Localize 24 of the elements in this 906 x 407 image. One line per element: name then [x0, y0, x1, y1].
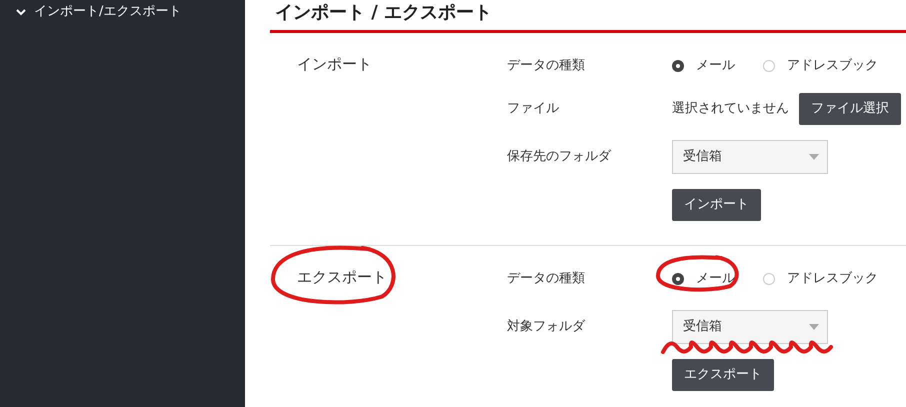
section-title: エクスポート [297, 266, 387, 288]
chevron-down-icon[interactable] [16, 6, 26, 17]
file-status: 選択されていません [672, 100, 789, 118]
radio-label[interactable]: メール [696, 269, 735, 289]
file-select-button[interactable]: ファイル選択 [799, 93, 901, 125]
radio-button[interactable] [672, 60, 684, 72]
field-label: データの種類 [507, 270, 586, 288]
caret-icon [809, 324, 819, 330]
section-title: インポート [297, 54, 372, 75]
sidebar-item[interactable]: インポート/エクスポート [34, 2, 182, 22]
folder-select[interactable]: 受信箱 [672, 140, 828, 174]
field-label: データの種類 [507, 57, 586, 76]
field-label: ファイル [507, 100, 560, 118]
radio-label[interactable]: アドレスブック [787, 56, 878, 76]
radio-button[interactable] [672, 273, 684, 286]
radio-label[interactable]: アドレスブック [787, 269, 878, 289]
import-button[interactable]: インポート [672, 189, 761, 221]
folder-select[interactable]: 受信箱 [672, 310, 828, 344]
field-label: 保存先のフォルダ [507, 148, 612, 166]
export-button[interactable]: エクスポート [672, 359, 774, 391]
field-label: 対象フォルダ [507, 318, 586, 336]
page-title: インポート / エクスポート [274, 1, 494, 25]
caret-icon [809, 154, 819, 160]
radio-label[interactable]: メール [696, 56, 735, 76]
